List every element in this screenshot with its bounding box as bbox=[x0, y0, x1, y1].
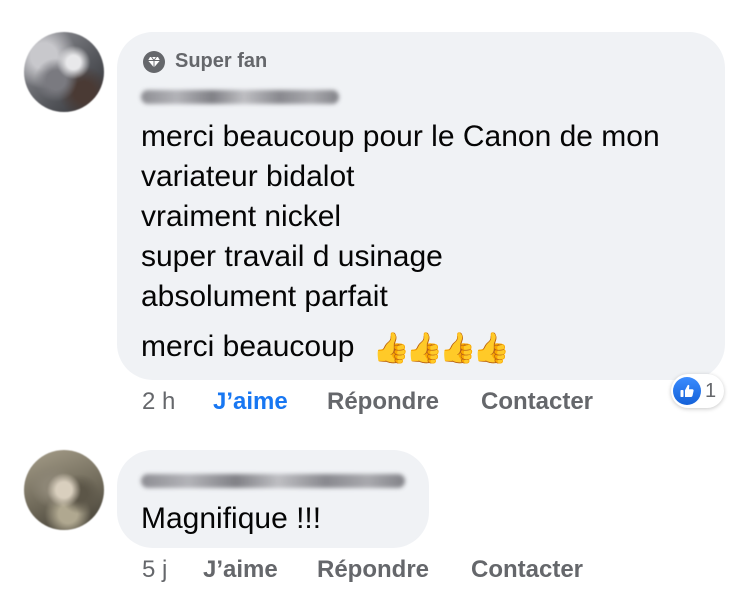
comment-text-line: variateur bidalot bbox=[141, 160, 355, 193]
super-fan-badge[interactable]: Super fan bbox=[143, 50, 267, 73]
thumbs-up-emoji: 👍👍👍👍 bbox=[372, 332, 509, 365]
diamond-icon bbox=[143, 50, 165, 73]
reply-button[interactable]: Répondre bbox=[317, 556, 429, 584]
comment-bubble: Super fan merci beaucoup pour le Canon d… bbox=[117, 32, 725, 380]
reaction-summary[interactable]: 1 bbox=[671, 374, 725, 408]
comment-text-line: super travail d usinage bbox=[141, 240, 443, 273]
like-reaction-icon bbox=[673, 377, 701, 405]
contact-button[interactable]: Contacter bbox=[481, 388, 593, 416]
comment-text-line: merci beaucoup pour le Canon de mon bbox=[141, 120, 660, 153]
badge-label: Super fan bbox=[175, 50, 268, 72]
comment-text-line: vraiment nickel bbox=[141, 200, 342, 233]
reply-button[interactable]: Répondre bbox=[327, 388, 439, 416]
comment-text-line-with-emoji: merci beaucoup 👍👍👍👍 bbox=[141, 330, 510, 366]
comment-text-line: Magnifique !!! bbox=[141, 502, 322, 535]
comment-timestamp[interactable]: 2 h bbox=[142, 388, 175, 416]
reaction-count: 1 bbox=[705, 379, 717, 402]
author-name-blurred[interactable] bbox=[141, 90, 339, 104]
comment-bubble: Magnifique !!! bbox=[117, 450, 429, 548]
contact-button[interactable]: Contacter bbox=[471, 556, 583, 584]
commenter-avatar[interactable] bbox=[24, 32, 104, 112]
comment-timestamp[interactable]: 5 j bbox=[142, 556, 167, 584]
comment-text: merci beaucoup bbox=[141, 330, 355, 363]
like-button[interactable]: J’aime bbox=[203, 556, 278, 584]
commenter-avatar[interactable] bbox=[24, 450, 104, 530]
comment-text-line: absolument parfait bbox=[141, 280, 388, 313]
like-button[interactable]: J’aime bbox=[213, 388, 288, 416]
author-name-blurred[interactable] bbox=[141, 474, 405, 488]
